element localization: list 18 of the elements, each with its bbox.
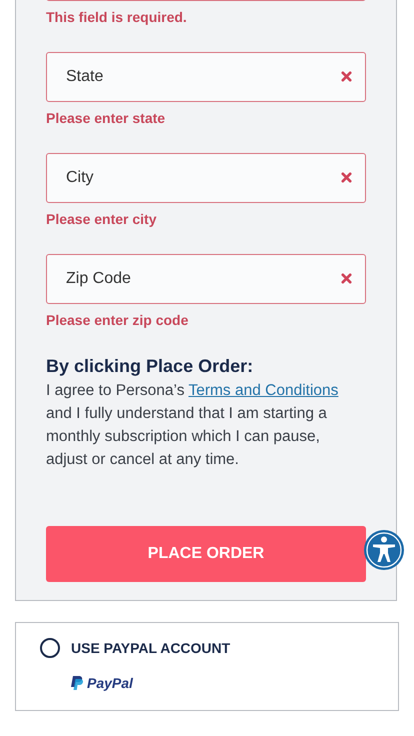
error-message: Please enter zip code	[46, 312, 190, 329]
input-field[interactable]: Zip Code	[46, 254, 366, 304]
input-field[interactable]: State	[46, 52, 366, 102]
accessibility-icon[interactable]	[364, 530, 404, 570]
terms-link[interactable]: Terms and Conditions	[188, 382, 338, 399]
error-message: This field is required.	[46, 9, 188, 26]
error-icon	[341, 71, 352, 82]
error-icon	[341, 273, 352, 284]
error-icon	[341, 172, 352, 183]
error-message: Please enter city	[46, 211, 158, 228]
place-order-button[interactable]: PLACE ORDER	[46, 526, 366, 582]
paypal-logo: PayPal	[70, 675, 133, 691]
input-field[interactable]: City	[46, 153, 366, 203]
option-label: USE PAYPAL ACCOUNT	[71, 640, 230, 656]
radio-button[interactable]	[40, 638, 60, 658]
agreement-heading: By clicking Place Order:	[46, 355, 254, 378]
agreement-text: I agree to Persona’s Terms and Conditions and I fully understand that I am starting a monthly subscription which I can pause, adjust or cancel at any time.	[46, 381, 340, 470]
error-message: Please enter state	[46, 110, 166, 127]
